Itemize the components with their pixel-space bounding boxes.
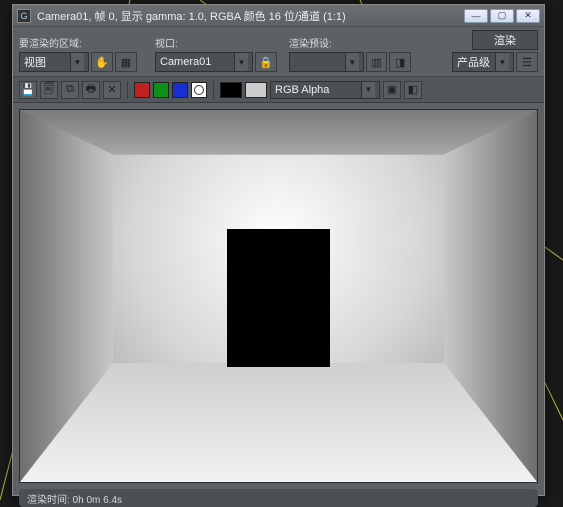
clear-icon[interactable]: ✕ [103,81,121,99]
print-icon[interactable]: 🖶 [82,81,100,99]
swatch-green[interactable] [153,82,169,98]
region-value: 视图 [24,54,46,70]
region-label: 要渲染的区域: [19,35,149,50]
sample-grey[interactable] [245,82,267,98]
viewport-select[interactable]: Camera01 ▼ [155,52,253,72]
viewport-value: Camera01 [160,56,211,68]
save-icon[interactable]: 💾 [19,81,37,99]
swatch-blue[interactable] [172,82,188,98]
window-title: Camera01, 帧 0, 显示 gamma: 1.0, RGBA 颜色 16… [37,8,464,24]
control-row: 要渲染的区域: 视图 ▼ ✋ ▦ 视口: Camera01 ▼ 🔒 渲染预 [13,27,544,77]
sample-black[interactable] [220,82,242,98]
rendered-object [227,229,330,367]
minimize-button[interactable]: — [464,9,488,23]
output-select[interactable]: 产品级 ▼ [452,52,514,72]
render-time-label: 渲染时间: 0h 0m 6.4s [27,491,122,506]
auto-region-icon[interactable]: ✋ [91,52,113,72]
fit-icon[interactable]: ▣ [383,81,401,99]
rendered-image [20,110,537,482]
preset-label: 渲染预设: [289,35,411,50]
maximize-button[interactable]: ▢ [490,9,514,23]
swatch-red[interactable] [134,82,150,98]
lock-icon[interactable]: 🔒 [255,52,277,72]
status-bar: 渲染时间: 0h 0m 6.4s [19,489,538,507]
channel-value: RGB Alpha [275,84,329,96]
toolbar-secondary: 💾 🗐 ⧉ 🖶 ✕ RGB Alpha ▼ ▣ ◧ [13,77,544,103]
output-options-icon[interactable]: ☰ [516,52,538,72]
chevron-down-icon: ▼ [495,53,509,71]
app-icon: G [17,9,31,23]
preset-edit-icon[interactable]: ▥ [366,52,388,72]
close-button[interactable]: ✕ [516,9,540,23]
clone-icon[interactable]: ⧉ [61,81,79,99]
preset-select[interactable]: ▼ [289,52,364,72]
chevron-down-icon: ▼ [234,53,248,71]
chevron-down-icon: ▼ [345,53,359,71]
channel-select[interactable]: RGB Alpha ▼ [270,81,380,99]
render-button[interactable]: 渲染 [472,30,538,50]
render-viewport[interactable] [19,109,538,483]
preset-settings-icon[interactable]: ◨ [389,52,411,72]
titlebar[interactable]: G Camera01, 帧 0, 显示 gamma: 1.0, RGBA 颜色 … [13,5,544,27]
toggle-overlay-icon[interactable]: ◧ [404,81,422,99]
chevron-down-icon: ▼ [70,53,84,71]
output-value: 产品级 [457,54,490,70]
region-select[interactable]: 视图 ▼ [19,52,89,72]
swatch-alpha[interactable] [191,82,207,98]
region-crop-icon[interactable]: ▦ [115,52,137,72]
viewport-label: 视口: [155,35,283,50]
copy-icon[interactable]: 🗐 [40,81,58,99]
chevron-down-icon: ▼ [361,82,375,98]
render-frame-window: G Camera01, 帧 0, 显示 gamma: 1.0, RGBA 颜色 … [12,4,545,496]
